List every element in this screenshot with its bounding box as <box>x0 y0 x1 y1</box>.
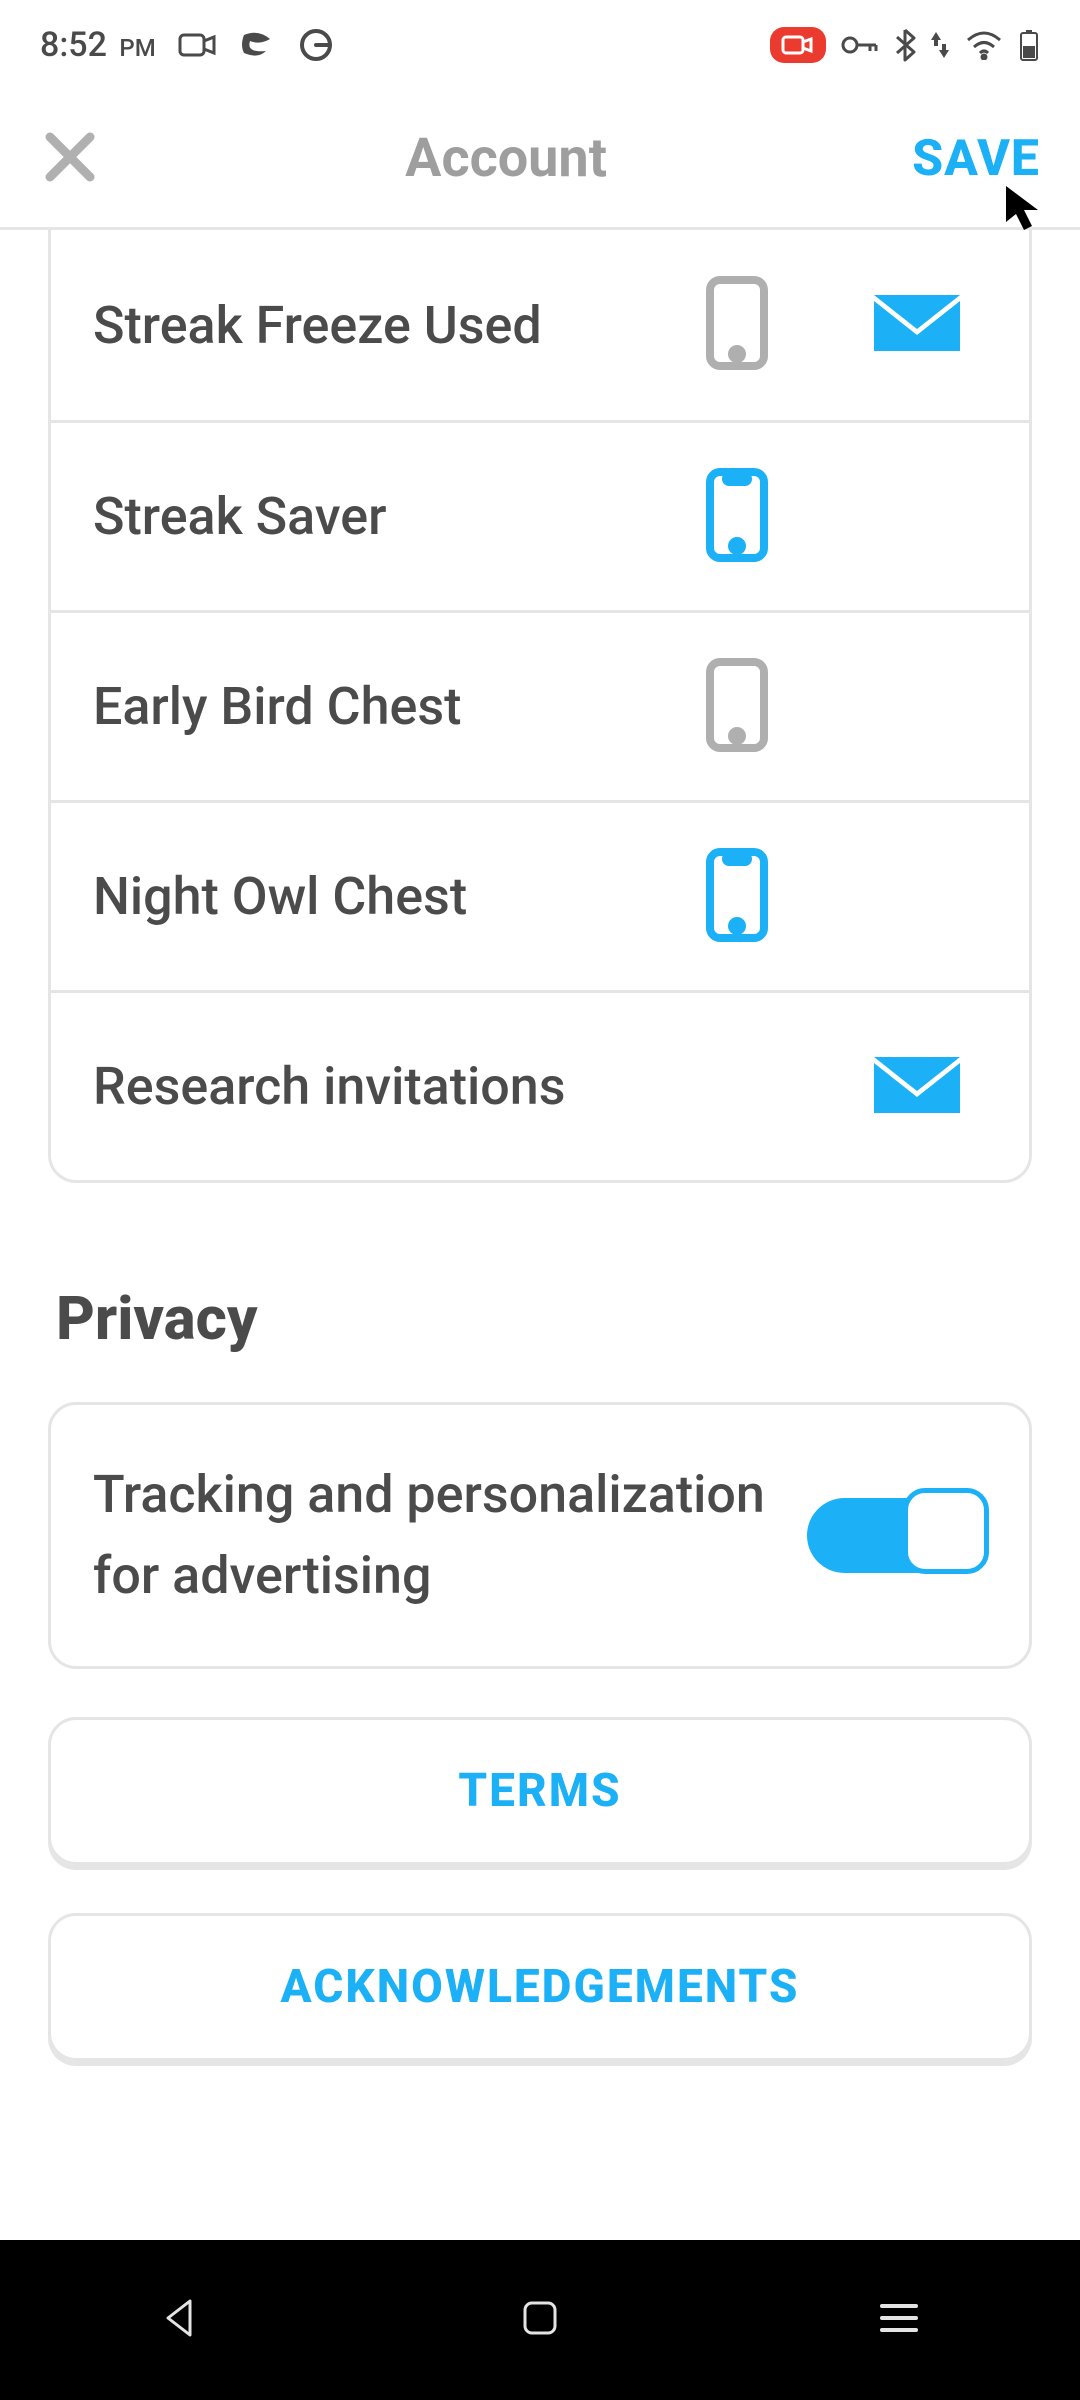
notification-row: Night Owl Chest <box>51 800 1029 990</box>
nav-home-button[interactable] <box>519 2297 561 2343</box>
notification-label: Night Owl Chest <box>93 866 687 927</box>
android-navbar <box>0 2240 1080 2400</box>
terms-button[interactable]: TERMS <box>48 1717 1032 1865</box>
acknowledgements-button[interactable]: ACKNOWLEDGEMENTS <box>48 1913 1032 2061</box>
phone-icon <box>704 466 770 568</box>
close-button[interactable] <box>40 127 100 191</box>
data-transfer-icon <box>930 30 950 60</box>
acknowledgements-button-label: ACKNOWLEDGEMENTS <box>281 1960 800 2014</box>
push-toggle[interactable] <box>687 274 787 376</box>
battery-icon <box>1018 28 1040 62</box>
status-time-value: 8:52 <box>40 25 107 65</box>
notification-row: Streak Freeze Used <box>51 230 1029 420</box>
notification-toggles <box>687 274 987 376</box>
cursor-icon <box>1002 182 1046 242</box>
push-toggle[interactable] <box>687 846 787 948</box>
notification-row: Early Bird Chest <box>51 610 1029 800</box>
tracking-toggle[interactable] <box>807 1498 987 1573</box>
terms-button-label: TERMS <box>458 1764 621 1818</box>
status-bar-right <box>770 27 1040 63</box>
phone-icon <box>704 656 770 758</box>
screen-rec-indicator-icon <box>770 27 826 63</box>
privacy-card: Tracking and personalization for adverti… <box>48 1402 1032 1669</box>
page-title: Account <box>405 127 607 190</box>
wifi-icon <box>964 30 1004 60</box>
notification-row: Research invitations <box>51 990 1029 1180</box>
phone-icon <box>704 846 770 948</box>
save-button[interactable]: SAVE <box>912 130 1040 188</box>
cast-icon <box>240 31 276 59</box>
push-toggle[interactable] <box>687 466 787 568</box>
notification-toggles <box>687 656 987 758</box>
bluetooth-icon <box>894 28 916 62</box>
google-icon <box>298 27 334 63</box>
status-time: 8:52 PM <box>40 25 156 65</box>
content: Streak Freeze Used Streak Saver <box>0 230 1080 2121</box>
mail-icon <box>872 1053 962 1121</box>
email-toggle[interactable] <box>867 1053 967 1121</box>
notification-label: Streak Freeze Used <box>93 295 687 356</box>
phone-icon <box>704 274 770 376</box>
camera-rec-icon <box>178 31 218 59</box>
notification-toggles <box>687 846 987 948</box>
notifications-card: Streak Freeze Used Streak Saver <box>48 230 1032 1183</box>
notification-toggles <box>687 1053 987 1121</box>
nav-recent-button[interactable] <box>876 2299 922 2341</box>
app-header: Account SAVE <box>0 90 1080 230</box>
privacy-heading: Privacy <box>56 1283 1032 1354</box>
notification-label: Early Bird Chest <box>93 676 687 737</box>
email-toggle[interactable] <box>867 291 967 359</box>
tracking-label: Tracking and personalization for adverti… <box>93 1455 807 1616</box>
status-bar-left: 8:52 PM <box>40 25 334 65</box>
status-bar: 8:52 PM <box>0 0 1080 90</box>
vpn-key-icon <box>840 33 880 57</box>
push-toggle[interactable] <box>687 656 787 758</box>
notification-label: Streak Saver <box>93 486 687 547</box>
spacer <box>48 2061 1032 2121</box>
status-time-ampm: PM <box>119 34 155 62</box>
notification-row: Streak Saver <box>51 420 1029 610</box>
notification-label: Research invitations <box>93 1056 687 1117</box>
notification-toggles <box>687 466 987 568</box>
toggle-knob <box>903 1488 989 1574</box>
mail-icon <box>872 291 962 359</box>
nav-back-button[interactable] <box>158 2295 204 2345</box>
